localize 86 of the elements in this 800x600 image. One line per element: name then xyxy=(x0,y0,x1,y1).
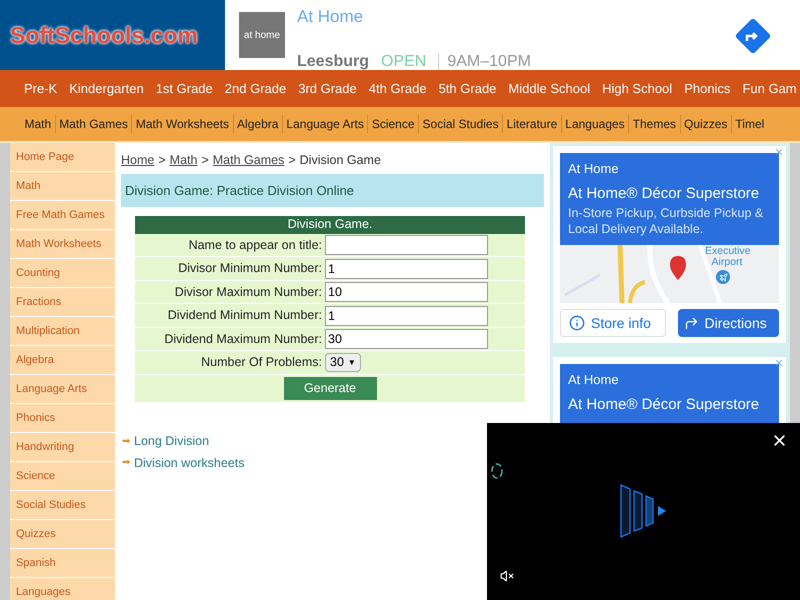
sidebar-item[interactable]: Social Studies xyxy=(10,491,115,519)
grade-link[interactable]: Pre-K xyxy=(24,78,58,98)
generate-button[interactable]: Generate xyxy=(284,376,376,400)
field-label: Dividend Maximum Number: xyxy=(163,330,323,348)
sidebar-item[interactable]: Multiplication xyxy=(10,317,115,345)
play-icon[interactable] xyxy=(620,484,668,538)
ad-headline: At Home® Décor Superstore xyxy=(568,394,760,414)
related-link[interactable]: Long Division xyxy=(134,432,210,450)
subject-link[interactable]: Algebra xyxy=(232,115,282,133)
field-label: Dividend Minimum Number: xyxy=(166,307,323,324)
ad-brand: At Home xyxy=(568,371,620,389)
sidebar-item[interactable]: Handwriting xyxy=(10,433,115,461)
grade-link[interactable]: Middle School xyxy=(508,78,590,98)
sidebar-item[interactable]: Language Arts xyxy=(10,375,115,403)
grade-link[interactable]: 1st Grade xyxy=(156,78,213,98)
subject-link[interactable]: Literature xyxy=(502,115,561,133)
subject-link[interactable]: Quizzes xyxy=(680,115,731,133)
muted-icon[interactable] xyxy=(500,569,514,583)
directions-button[interactable]: Directions xyxy=(678,309,779,337)
sidebar-item[interactable]: Counting xyxy=(10,259,115,287)
grade-link[interactable]: Kindergarten xyxy=(69,78,144,98)
grade-link[interactable]: 4th Grade xyxy=(368,78,427,98)
directions-icon xyxy=(684,316,698,330)
arrow-icon: ➡ xyxy=(122,455,130,470)
breadcrumb-separator: > xyxy=(158,152,166,169)
spinner-icon xyxy=(490,462,504,480)
store-ad[interactable]: At Home At Home® Décor Superstore xyxy=(553,357,786,423)
breadcrumb-link[interactable]: Home xyxy=(121,151,154,170)
ad-brand: At Home xyxy=(568,160,620,178)
breadcrumb-separator: > xyxy=(288,152,296,169)
subject-link[interactable]: Science xyxy=(367,115,418,133)
grade-link[interactable]: Phonics xyxy=(684,78,730,98)
subject-link[interactable]: Themes xyxy=(628,115,680,133)
problems-dropdown[interactable]: 30 ▼ xyxy=(325,353,361,372)
sidebar-item[interactable]: Languages xyxy=(10,578,115,600)
sidebar-item[interactable]: Fractions xyxy=(10,288,115,316)
sidebar-item[interactable]: Home Page xyxy=(10,143,115,171)
ad-city: Leesburg xyxy=(297,54,370,70)
subject-link[interactable]: Math Worksheets xyxy=(131,115,233,133)
input-field[interactable]: 10 xyxy=(325,282,488,302)
breadcrumb-separator: > xyxy=(201,152,209,169)
subject-link[interactable]: Languages xyxy=(560,115,628,133)
map-label: Executive Airport xyxy=(705,246,749,268)
subject-link[interactable]: Social Studies xyxy=(418,115,502,133)
sidebar-item[interactable]: Algebra xyxy=(10,346,115,374)
ad-brand: At Home xyxy=(297,6,364,28)
ad-status: OPEN xyxy=(381,54,426,70)
ad-headline: At Home® Décor Superstore xyxy=(568,184,760,204)
sidebar-item[interactable]: Spanish xyxy=(10,549,115,577)
subject-link[interactable]: Timel xyxy=(730,115,768,133)
caret-icon: ▼ xyxy=(348,358,356,366)
form-title: Division Game. xyxy=(135,216,525,234)
grade-link[interactable]: 5th Grade xyxy=(438,78,496,98)
input-field[interactable]: 1 xyxy=(325,306,488,326)
input-field[interactable]: 30 xyxy=(325,329,488,349)
breadcrumb-link[interactable]: Math xyxy=(170,151,198,170)
field-label: Name to appear on title: xyxy=(188,236,323,254)
ad-body: In-Store Pickup, Curbside Pickup & Local Delivery Available. xyxy=(568,205,764,237)
info-icon xyxy=(569,315,585,331)
store-info-button[interactable]: Store info xyxy=(560,309,666,337)
input-field[interactable]: 1 xyxy=(325,258,488,278)
subject-link[interactable]: Math xyxy=(21,115,55,133)
logo[interactable]: SoftSchools.com xyxy=(10,18,198,52)
sidebar-item[interactable]: Science xyxy=(10,462,115,490)
arrow-icon: ➡ xyxy=(122,434,130,449)
sidebar-item[interactable]: Quizzes xyxy=(10,520,115,548)
grade-link[interactable]: High School xyxy=(602,78,672,98)
grade-link[interactable]: 3rd Grade xyxy=(298,78,357,98)
grade-link[interactable]: 2nd Grade xyxy=(224,78,286,98)
sidebar-item[interactable]: Math xyxy=(10,172,115,200)
sidebar-item[interactable]: Math Worksheets xyxy=(10,230,115,258)
subject-link[interactable]: Math Games xyxy=(54,115,132,133)
input-field[interactable] xyxy=(325,235,488,255)
field-label: Divisor Maximum Number: xyxy=(174,284,323,301)
subject-link[interactable]: Language Arts xyxy=(282,115,368,133)
field-label: Divisor Minimum Number: xyxy=(177,260,323,278)
breadcrumb-current: Division Game xyxy=(300,152,381,169)
ad-logo-text: at home xyxy=(244,28,280,42)
related-link[interactable]: Division worksheets xyxy=(134,454,244,472)
store-ad[interactable]: At Home At Home® Décor Superstore In-Store Pickup, Curbside Pickup & Local Delivery Available. Executive Airport Store info Directions xyxy=(553,146,786,343)
page-title: Division Game: Practice Division Online xyxy=(121,174,544,207)
grade-link[interactable]: Fun Gam xyxy=(742,78,797,98)
field-label: Number Of Problems: xyxy=(200,354,323,372)
breadcrumb-link[interactable]: Math Games xyxy=(212,151,284,170)
sidebar-item[interactable]: Phonics xyxy=(10,404,115,432)
sidebar-item[interactable]: Free Math Games xyxy=(10,201,115,229)
